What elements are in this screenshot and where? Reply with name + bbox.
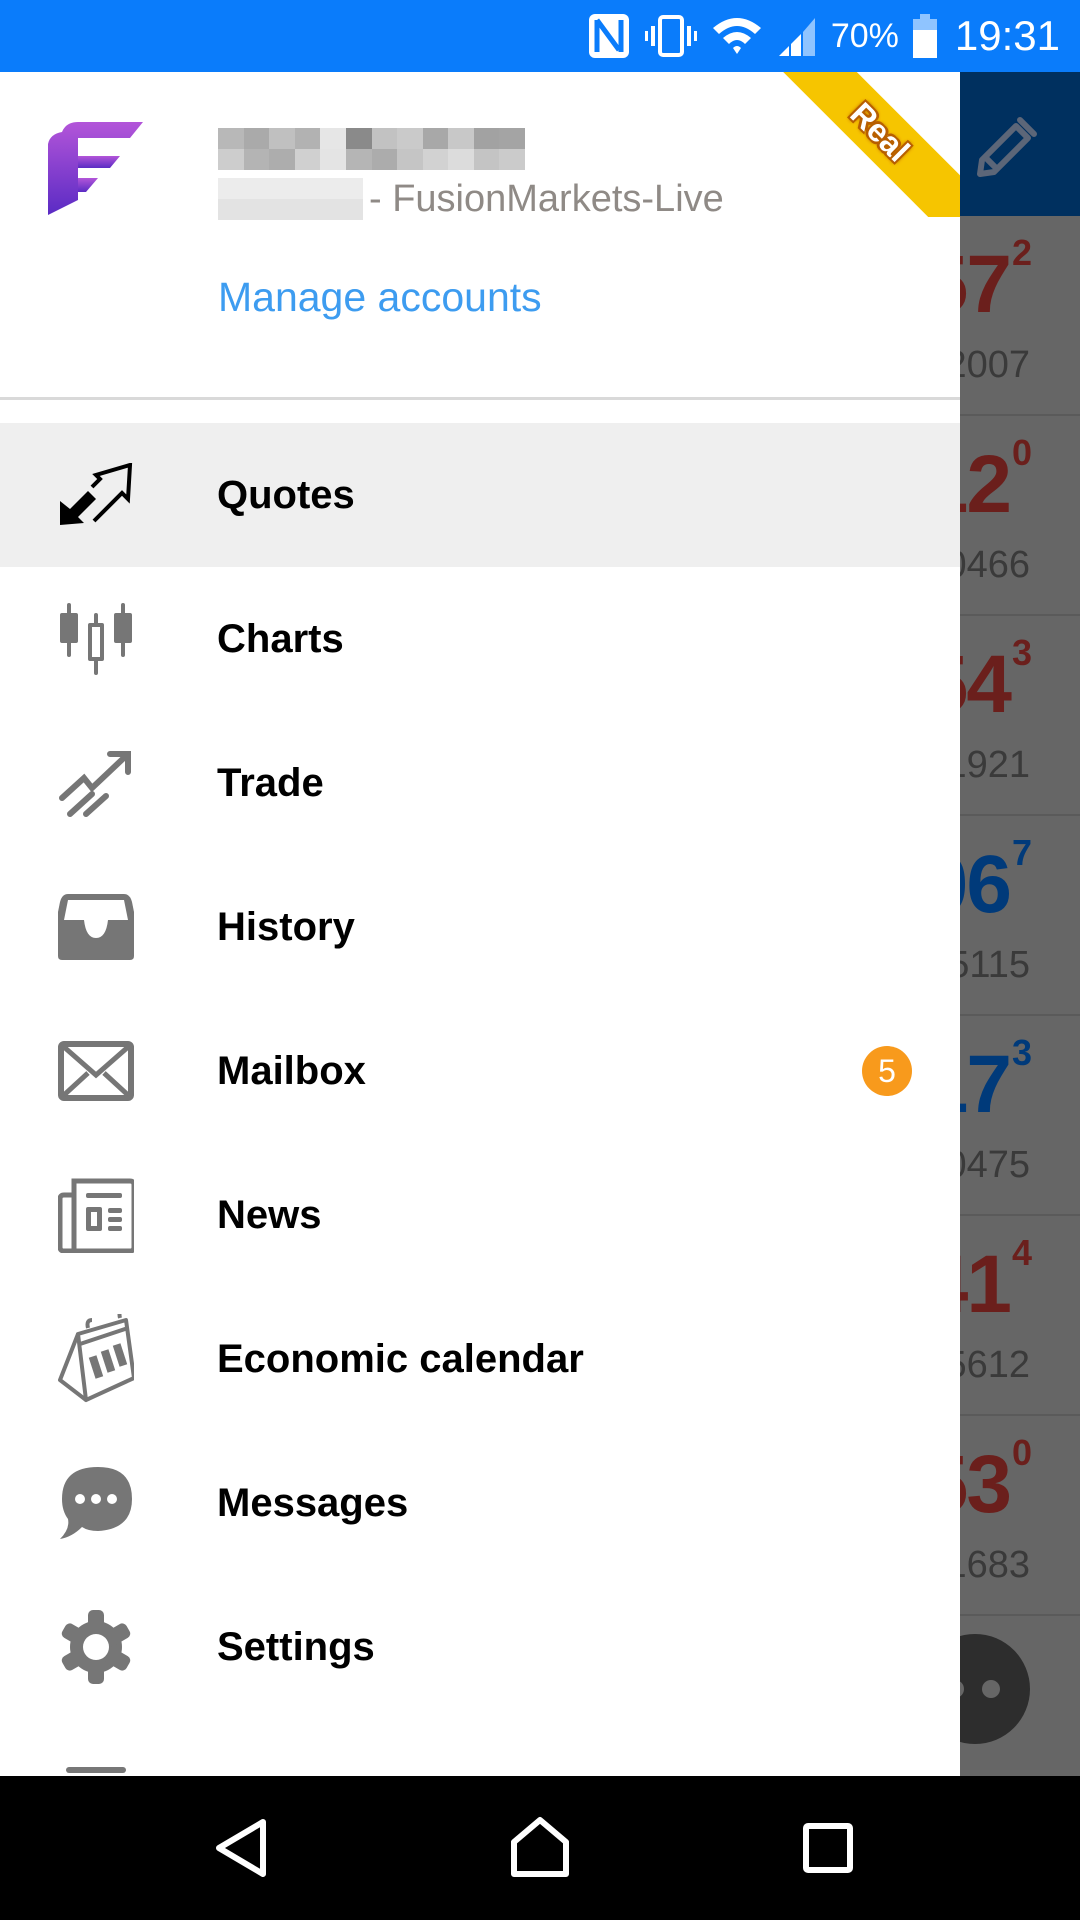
menu-item-economic-calendar[interactable]: Economic calendar [0,1287,960,1431]
next-menu-item-icon-partial [66,1767,126,1773]
menu-item-news[interactable]: News [0,1143,960,1287]
server-name: - FusionMarkets-Live [369,177,724,220]
menu-item-messages[interactable]: Messages [0,1431,960,1575]
menu-label: Mailbox [217,1048,366,1093]
menu-item-history[interactable]: History [0,855,960,999]
navigation-drawer: Real - FusionMarkets-Live Manage account… [0,72,960,1776]
drawer-menu: Quotes Charts Trade History Mailbox 5 Ne… [0,423,960,1719]
account-name-redacted [218,128,525,170]
trade-trend-icon [58,745,134,821]
system-nav-bar [0,1776,1080,1920]
newspaper-icon [58,1177,134,1253]
menu-label: Economic calendar [217,1336,584,1381]
chat-bubble-icon [58,1465,134,1541]
manage-accounts-link[interactable]: Manage accounts [218,274,542,321]
menu-item-charts[interactable]: Charts [0,567,960,711]
mail-envelope-icon [58,1033,134,1109]
menu-item-mailbox[interactable]: Mailbox 5 [0,999,960,1143]
battery-icon [912,14,937,58]
menu-item-quotes[interactable]: Quotes [0,423,960,567]
divider [0,397,960,400]
battery-percent: 70% [830,16,899,55]
candlestick-chart-icon [58,601,134,677]
fusion-markets-logo [48,120,143,215]
quotes-arrows-icon [58,457,134,533]
nfc-icon [587,12,631,60]
wifi-icon [711,14,763,58]
account-server: - FusionMarkets-Live [218,176,724,222]
menu-item-trade[interactable]: Trade [0,711,960,855]
vibrate-icon [644,14,697,58]
menu-label: News [217,1192,322,1237]
clock: 19:31 [954,12,1060,59]
account-number-redacted [218,178,363,220]
status-bar: 70% 19:31 [0,0,1080,72]
menu-label: Quotes [217,472,355,517]
economic-calendar-icon [58,1314,134,1402]
menu-label: Charts [217,616,344,661]
menu-label: Settings [217,1624,375,1669]
menu-label: Trade [217,760,324,805]
home-icon[interactable] [504,1812,576,1884]
signal-icon [777,14,817,58]
recents-icon[interactable] [792,1812,864,1884]
menu-label: History [217,904,355,949]
unread-count-badge: 5 [862,1046,912,1096]
menu-item-settings[interactable]: Settings [0,1575,960,1719]
account-type-label: Real [843,95,917,169]
back-icon[interactable] [205,1812,277,1884]
history-inbox-icon [58,889,134,965]
gear-icon [58,1609,134,1685]
account-type-ribbon: Real [780,72,960,217]
menu-label: Messages [217,1480,409,1525]
